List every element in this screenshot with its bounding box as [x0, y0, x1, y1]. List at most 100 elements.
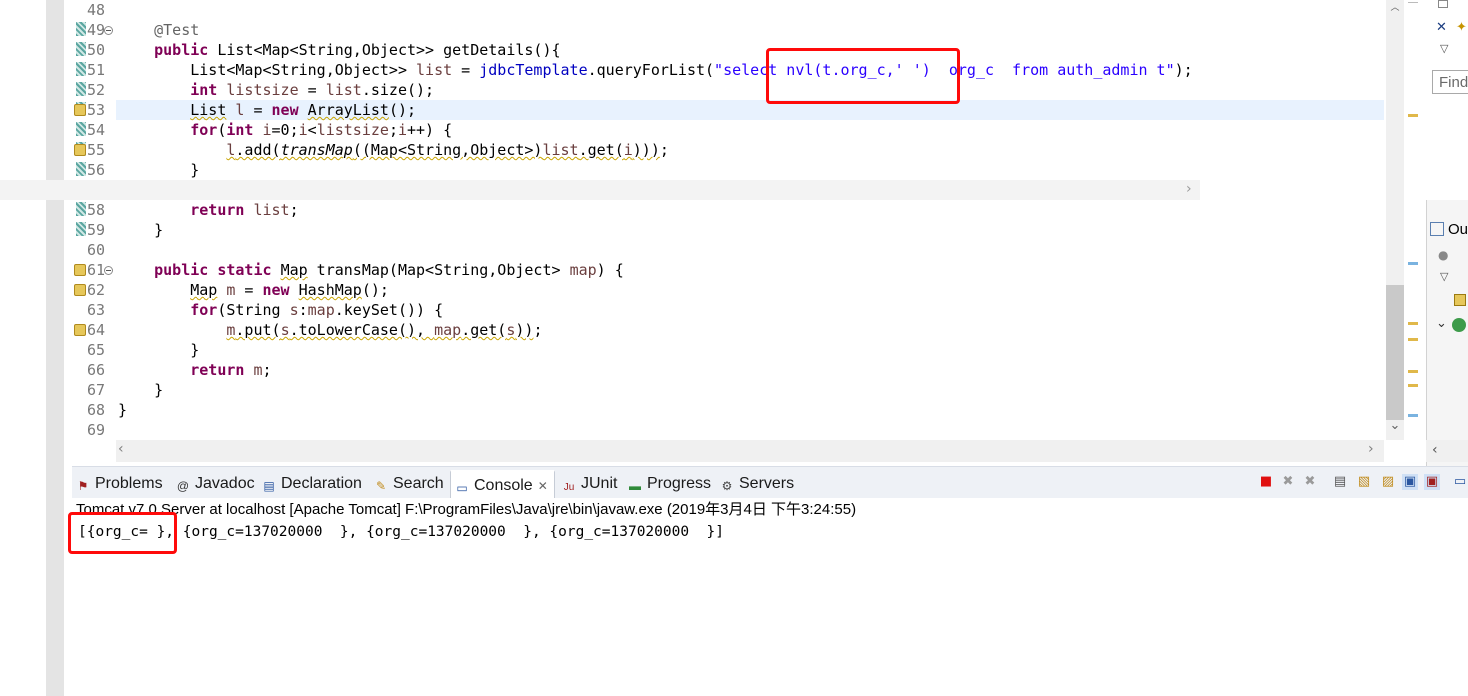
- overview-mark[interactable]: [1408, 114, 1418, 117]
- search-icon: ✎: [375, 479, 387, 493]
- line-number: 55: [86, 141, 105, 159]
- tab-servers[interactable]: ⚙ Servers: [720, 470, 795, 498]
- editor-horizontal-scrollbar[interactable]: [116, 440, 1384, 462]
- outer-gutter: [46, 0, 64, 696]
- filter-icon[interactable]: ✕: [1436, 20, 1447, 35]
- tab-console[interactable]: ▭ Console ✕: [450, 470, 555, 500]
- line-number: 62: [86, 281, 105, 299]
- overview-mark[interactable]: [1408, 338, 1418, 341]
- chevron-down-icon[interactable]: ⌄: [1436, 316, 1447, 331]
- code-line: 48: [76, 0, 1376, 20]
- tab-search[interactable]: ✎ Search: [374, 470, 444, 498]
- clear-console-icon[interactable]: ▤: [1332, 474, 1348, 490]
- task-list-panel: ✕ ✦ ▽: [1426, 0, 1468, 200]
- remove-all-icon[interactable]: ✖: [1302, 474, 1318, 490]
- overview-mark[interactable]: [1408, 384, 1418, 387]
- tab-javadoc[interactable]: @ Javadoc: [176, 470, 255, 498]
- servers-icon: ⚙: [721, 479, 733, 493]
- view-menu-icon[interactable]: ▽: [1440, 270, 1448, 283]
- view-menu-icon[interactable]: ▽: [1440, 42, 1448, 55]
- class-icon[interactable]: [1454, 294, 1466, 306]
- word-wrap-icon[interactable]: ▨: [1380, 474, 1396, 490]
- javadoc-icon: @: [176, 479, 190, 493]
- line-number: 51: [86, 61, 105, 79]
- line-number: 65: [86, 341, 105, 359]
- line-number: 48: [86, 1, 105, 19]
- code-line: 51 List<Map<String,Object>> list = jdbcT…: [76, 60, 1376, 80]
- code-line: 49 @Test: [76, 20, 1376, 40]
- tab-label: Progress: [647, 475, 712, 492]
- code-line: 69: [76, 420, 1376, 440]
- wand-icon[interactable]: ✦: [1456, 20, 1467, 35]
- chevron-right-icon[interactable]: ›: [1368, 441, 1382, 461]
- overview-mark: [1408, 2, 1418, 3]
- line-number: 52: [86, 81, 105, 99]
- chevron-right-icon[interactable]: ›: [1186, 181, 1198, 199]
- outline-toolbar-icon[interactable]: ●: [1438, 248, 1448, 262]
- display-console-icon[interactable]: ▣: [1424, 474, 1440, 490]
- line-number: 54: [86, 121, 105, 139]
- junit-icon: Ju: [563, 482, 575, 493]
- overview-mark[interactable]: [1408, 322, 1418, 325]
- problems-icon: ⚑: [77, 479, 89, 493]
- terminate-icon[interactable]: ■: [1258, 474, 1274, 490]
- overview-mark[interactable]: [1408, 262, 1418, 265]
- scroll-lock-icon[interactable]: ▧: [1356, 474, 1372, 490]
- pin-console-icon[interactable]: ▣: [1402, 474, 1418, 490]
- line-number: 60: [86, 241, 105, 259]
- overview-mark[interactable]: [1408, 370, 1418, 373]
- open-console-icon[interactable]: ▭: [1452, 474, 1468, 490]
- line-number: 56: [86, 161, 105, 179]
- code-line: 50 public List<Map<String,Object>> getDe…: [76, 40, 1376, 60]
- line-number: 58: [86, 201, 105, 219]
- progress-icon: ▬: [629, 479, 641, 493]
- line-number: 53: [86, 101, 105, 119]
- chevron-left-icon[interactable]: ‹: [1432, 442, 1438, 458]
- code-line: 61 public static Map transMap(Map<String…: [76, 260, 1376, 280]
- line-number: 50: [86, 41, 105, 59]
- code-line: 66 return m;: [76, 360, 1376, 380]
- tab-label: Console: [474, 477, 533, 494]
- code-line: 58 return list;: [76, 200, 1376, 220]
- scroll-up-icon[interactable]: ︿: [1386, 0, 1404, 13]
- code-line: 56 }: [76, 160, 1376, 180]
- tab-label: Problems: [95, 475, 163, 492]
- code-line: 53 List l = new ArrayList();: [76, 100, 1376, 120]
- chevron-left-icon[interactable]: ‹: [118, 441, 132, 461]
- console-title: Tomcat v7.0 Server at localhost [Apache …: [76, 501, 857, 518]
- code-line: 54 for(int i=0;i<listsize;i++) {: [76, 120, 1376, 140]
- code-line: 52 int listsize = list.size();: [76, 80, 1376, 100]
- tab-label: Declaration: [281, 475, 362, 492]
- tab-label: Servers: [739, 475, 795, 492]
- new-task-icon[interactable]: [1438, 0, 1448, 8]
- declaration-icon: ▤: [263, 479, 275, 493]
- method-icon[interactable]: [1452, 318, 1466, 332]
- code-line: 64 m.put(s.toLowerCase(), map.get(s));: [76, 320, 1376, 340]
- chevron-down-icon[interactable]: ⌄: [1386, 418, 1404, 438]
- overview-mark[interactable]: [1408, 414, 1418, 417]
- tab-declaration[interactable]: ▤ Declaration: [262, 470, 362, 498]
- tab-progress[interactable]: ▬ Progress: [628, 470, 711, 498]
- outline-tab[interactable]: Ou: [1426, 218, 1468, 242]
- scrollbar-thumb[interactable]: [1386, 285, 1404, 420]
- find-input[interactable]: Find: [1432, 70, 1468, 94]
- line-number: 59: [86, 221, 105, 239]
- code-line: 62 Map m = new HashMap();: [76, 280, 1376, 300]
- console-output[interactable]: [{org_c= }, {org_c=137020000 }, {org_c=1…: [78, 522, 1378, 542]
- code-line: 65 }: [76, 340, 1376, 360]
- line-number: 64: [86, 321, 105, 339]
- code-line: 63 for(String s:map.keySet()) {: [76, 300, 1376, 320]
- remove-launch-icon[interactable]: ✖: [1280, 474, 1296, 490]
- code-line: 59 }: [76, 220, 1376, 240]
- line-number: 68: [86, 401, 105, 419]
- line-number: 49: [86, 21, 105, 39]
- tab-problems[interactable]: ⚑ Problems: [76, 470, 163, 498]
- code-line: 68}: [76, 400, 1376, 420]
- code-line: 67 }: [76, 380, 1376, 400]
- horizontal-scrollbar-overlay[interactable]: [0, 180, 1200, 200]
- tab-junit[interactable]: Ju JUnit: [562, 470, 618, 498]
- overview-ruler: [1404, 0, 1426, 440]
- close-icon[interactable]: ✕: [538, 479, 548, 493]
- tab-label: Search: [393, 475, 444, 492]
- line-number: 66: [86, 361, 105, 379]
